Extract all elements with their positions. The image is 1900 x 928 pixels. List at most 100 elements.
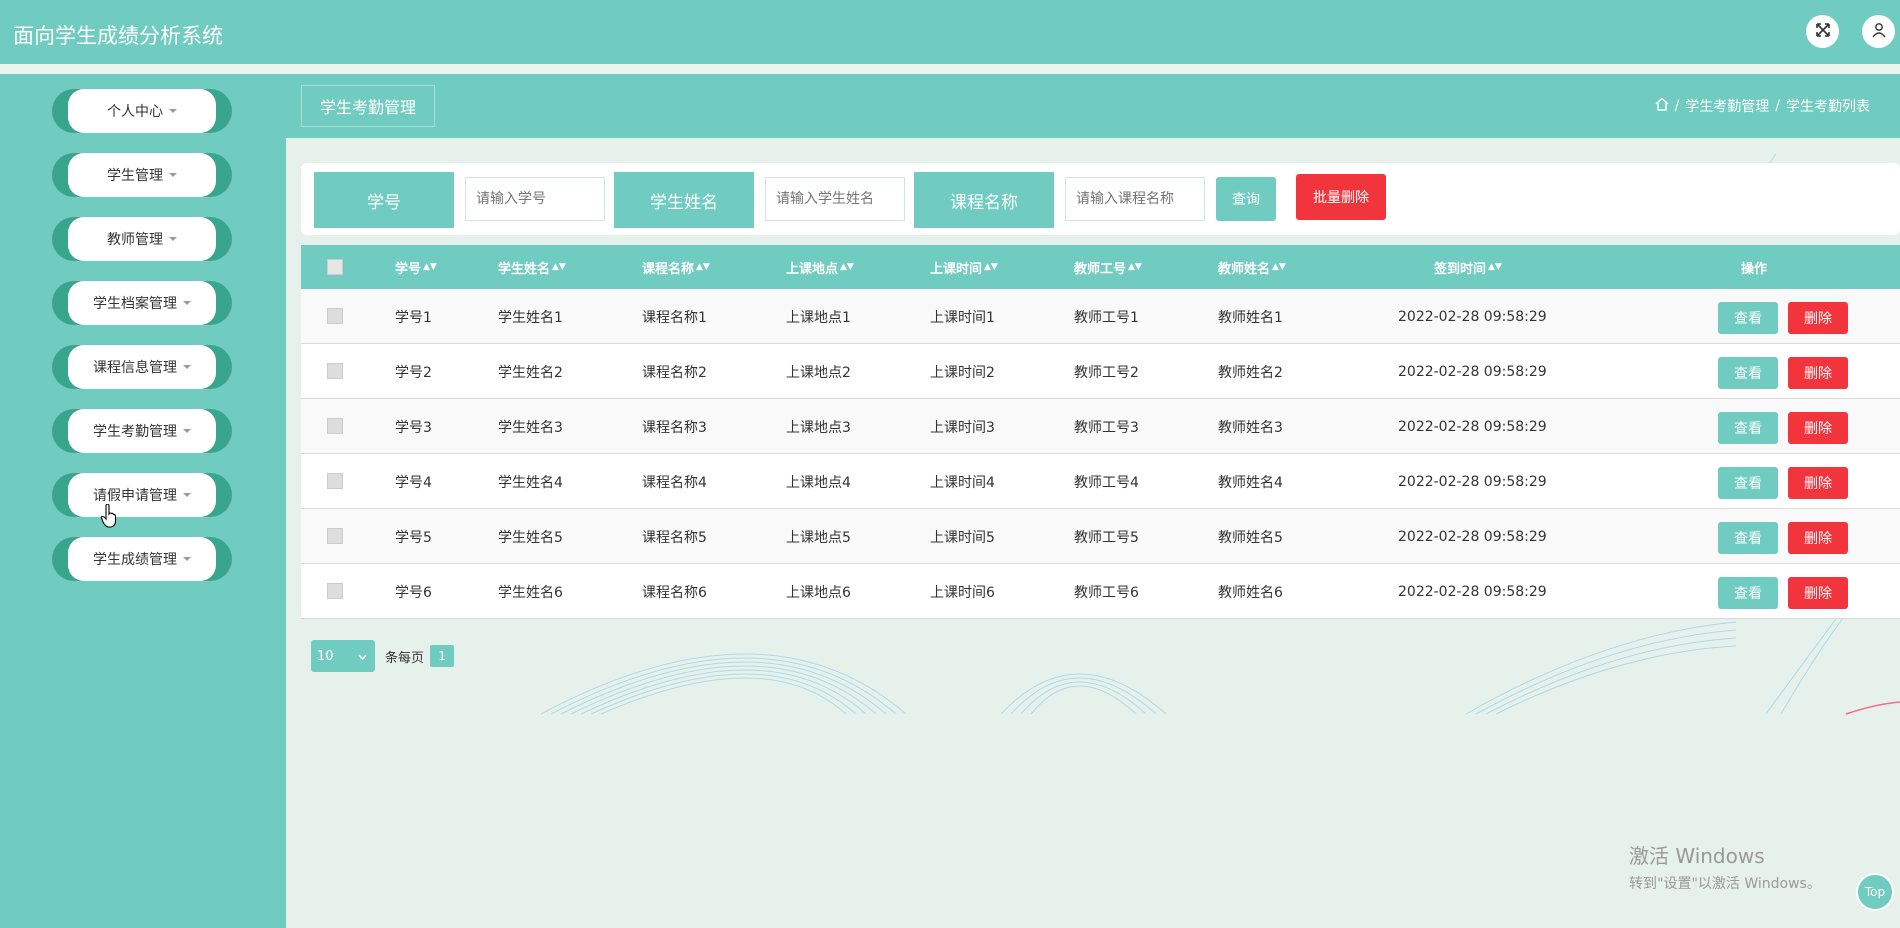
cell-student-name: 学生姓名2 <box>498 364 563 381</box>
view-button[interactable]: 查看 <box>1718 467 1778 499</box>
cell-teacher-name: 教师姓名2 <box>1218 364 1283 381</box>
table-row: 学号1 学生姓名1 课程名称1 上课地点1 上课时间1 教师工号1 教师姓名1 … <box>301 289 1900 344</box>
sidebar-item-grades[interactable]: 学生成绩管理 <box>52 537 232 581</box>
cell-course-name: 课程名称1 <box>642 309 707 326</box>
sidebar-item-course-info[interactable]: 课程信息管理 <box>52 345 232 389</box>
cell-teacher-name: 教师姓名5 <box>1218 529 1283 546</box>
column-header-actions: 操作 <box>1741 261 1768 277</box>
cell-student-id: 学号2 <box>395 364 432 381</box>
row-checkbox[interactable] <box>327 473 343 489</box>
row-checkbox[interactable] <box>327 363 343 379</box>
student-name-input[interactable] <box>765 177 905 221</box>
column-header-teacher-name[interactable]: 教师姓名 ▲▼ <box>1218 245 1286 289</box>
table-row: 学号6 学生姓名6 课程名称6 上课地点6 上课时间6 教师工号6 教师姓名6 … <box>301 564 1900 619</box>
view-button[interactable]: 查看 <box>1718 412 1778 444</box>
cell-checkin-time: 2022-02-28 09:58:29 <box>1398 308 1547 325</box>
sidebar-item-label: 请假申请管理 <box>93 488 177 504</box>
column-header-course-name[interactable]: 课程名称 ▲▼ <box>642 245 710 289</box>
fullscreen-button[interactable] <box>1806 15 1839 48</box>
delete-button[interactable]: 删除 <box>1788 357 1848 389</box>
page-size-suffix: 条每页 <box>385 650 425 666</box>
sort-icon: ▲▼ <box>423 262 437 272</box>
page-number-current[interactable]: 1 <box>430 645 455 667</box>
caret-down-icon <box>183 429 191 433</box>
batch-delete-button[interactable]: 批量删除 <box>1296 174 1386 220</box>
column-header-teacher-id[interactable]: 教师工号 ▲▼ <box>1074 245 1142 289</box>
column-header-student-name[interactable]: 学生姓名 ▲▼ <box>498 245 566 289</box>
sidebar-item-personal-center[interactable]: 个人中心 <box>52 89 232 133</box>
cell-course-name: 课程名称6 <box>642 584 707 601</box>
sidebar-item-student-management[interactable]: 学生管理 <box>52 153 232 197</box>
module-header: 学生考勤管理 / 学生考勤管理 / 学生考勤列表 <box>286 74 1900 138</box>
cell-location: 上课地点2 <box>786 364 851 381</box>
caret-down-icon <box>183 557 191 561</box>
sidebar-item-leave-application[interactable]: 请假申请管理 <box>52 473 232 517</box>
view-button[interactable]: 查看 <box>1718 577 1778 609</box>
row-checkbox[interactable] <box>327 583 343 599</box>
column-header-location[interactable]: 上课地点 ▲▼ <box>786 245 854 289</box>
delete-button[interactable]: 删除 <box>1788 522 1848 554</box>
cell-student-name: 学生姓名5 <box>498 529 563 546</box>
student-id-label: 学号 <box>314 172 454 228</box>
select-all-checkbox[interactable] <box>327 259 343 275</box>
cell-checkin-time: 2022-02-28 09:58:29 <box>1398 528 1547 545</box>
cell-teacher-name: 教师姓名6 <box>1218 584 1283 601</box>
sidebar-item-label: 个人中心 <box>107 104 163 120</box>
table-row: 学号2 学生姓名2 课程名称2 上课地点2 上课时间2 教师工号2 教师姓名2 … <box>301 344 1900 399</box>
cell-location: 上课地点5 <box>786 529 851 546</box>
cell-class-time: 上课时间4 <box>930 474 995 491</box>
cell-teacher-name: 教师姓名3 <box>1218 419 1283 436</box>
caret-down-icon <box>183 365 191 369</box>
row-checkbox[interactable] <box>327 528 343 544</box>
cell-teacher-id: 教师工号6 <box>1074 584 1139 601</box>
header-divider <box>0 64 1900 74</box>
delete-button[interactable]: 删除 <box>1788 467 1848 499</box>
user-icon <box>1871 22 1887 42</box>
row-checkbox[interactable] <box>327 418 343 434</box>
sort-icon: ▲▼ <box>1272 262 1286 272</box>
sort-icon: ▲▼ <box>696 262 710 272</box>
delete-button[interactable]: 删除 <box>1788 577 1848 609</box>
table-row: 学号5 学生姓名5 课程名称5 上课地点5 上课时间5 教师工号5 教师姓名5 … <box>301 509 1900 564</box>
student-id-input[interactable] <box>465 177 605 221</box>
table-row: 学号4 学生姓名4 课程名称4 上课地点4 上课时间4 教师工号4 教师姓名4 … <box>301 454 1900 509</box>
column-header-class-time[interactable]: 上课时间 ▲▼ <box>930 245 998 289</box>
back-to-top-button[interactable]: Top <box>1856 873 1894 911</box>
windows-activation-watermark: 激活 Windows 转到"设置"以激活 Windows。 <box>1629 840 1821 893</box>
course-name-input[interactable] <box>1065 177 1205 221</box>
breadcrumb-separator: / <box>1674 98 1680 114</box>
view-button[interactable]: 查看 <box>1718 357 1778 389</box>
view-button[interactable]: 查看 <box>1718 522 1778 554</box>
sidebar-item-student-archive[interactable]: 学生档案管理 <box>52 281 232 325</box>
cell-teacher-id: 教师工号2 <box>1074 364 1139 381</box>
sidebar-item-teacher-management[interactable]: 教师管理 <box>52 217 232 261</box>
home-icon[interactable] <box>1655 97 1669 115</box>
row-checkbox[interactable] <box>327 308 343 324</box>
caret-down-icon <box>169 109 177 113</box>
query-button[interactable]: 查询 <box>1216 177 1276 221</box>
breadcrumb: / 学生考勤管理 / 学生考勤列表 <box>1655 96 1870 116</box>
column-header-student-id[interactable]: 学号 ▲▼ <box>395 245 437 289</box>
column-header-checkin-time[interactable]: 签到时间 ▲▼ <box>1434 245 1502 289</box>
attendance-table: 学号 ▲▼ 学生姓名 ▲▼ 课程名称 ▲▼ 上课地点 ▲▼ 上课时间 ▲▼ 教师工号 ▲▼ … <box>301 245 1900 619</box>
view-button[interactable]: 查看 <box>1718 302 1778 334</box>
delete-button[interactable]: 删除 <box>1788 302 1848 334</box>
page-size-select[interactable]: 10 <box>311 640 375 672</box>
user-button[interactable] <box>1862 15 1895 48</box>
cell-checkin-time: 2022-02-28 09:58:29 <box>1398 473 1547 490</box>
delete-button[interactable]: 删除 <box>1788 412 1848 444</box>
module-title: 学生考勤管理 <box>301 85 435 127</box>
course-name-label: 课程名称 <box>914 172 1054 228</box>
sidebar-item-label: 学生档案管理 <box>93 296 177 312</box>
sidebar-item-label: 学生成绩管理 <box>93 552 177 568</box>
breadcrumb-item-module[interactable]: 学生考勤管理 <box>1685 96 1769 116</box>
student-name-label: 学生姓名 <box>614 172 754 228</box>
cell-checkin-time: 2022-02-28 09:58:29 <box>1398 363 1547 380</box>
cell-location: 上课地点1 <box>786 309 851 326</box>
cell-checkin-time: 2022-02-28 09:58:29 <box>1398 418 1547 435</box>
page-size-value: 10 <box>317 648 334 664</box>
watermark-subtitle: 转到"设置"以激活 Windows。 <box>1629 876 1821 892</box>
cell-location: 上课地点6 <box>786 584 851 601</box>
cell-location: 上课地点3 <box>786 419 851 436</box>
sidebar-item-attendance[interactable]: 学生考勤管理 <box>52 409 232 453</box>
